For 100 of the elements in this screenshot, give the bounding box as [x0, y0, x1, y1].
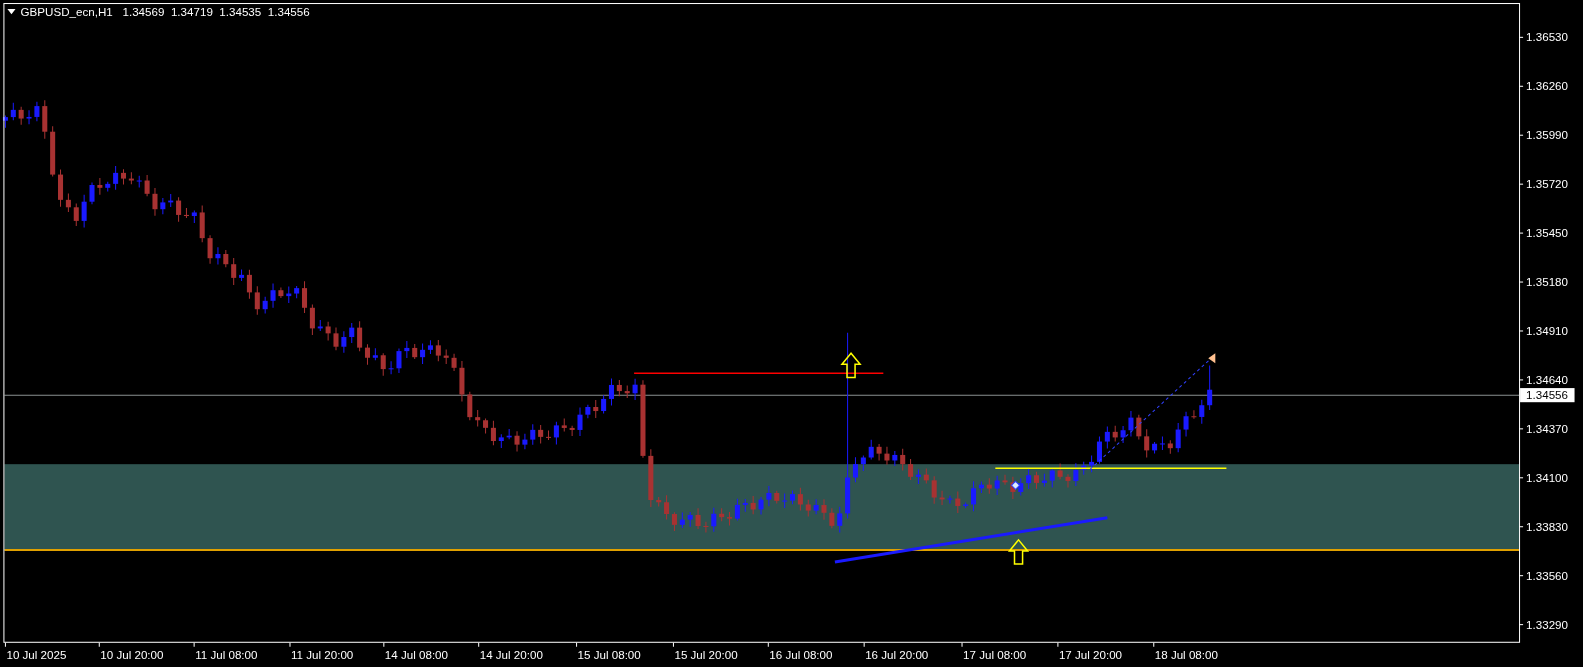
candlestick [656, 496, 662, 507]
candlestick [412, 343, 418, 360]
candlestick [435, 339, 441, 362]
candlestick [1167, 439, 1173, 455]
candlestick [829, 507, 835, 529]
candlestick [1175, 422, 1181, 453]
candlestick [782, 493, 788, 509]
candlestick [1136, 414, 1142, 440]
candlestick [616, 379, 622, 397]
candlestick [254, 285, 260, 316]
candlestick [262, 296, 268, 314]
candlestick [136, 175, 142, 189]
candlestick [105, 181, 111, 192]
candlestick [876, 443, 882, 462]
candlestick [144, 174, 150, 197]
candlestick [1183, 411, 1189, 437]
candlestick [805, 499, 811, 518]
candlestick [34, 101, 40, 122]
candlestick [1104, 425, 1110, 449]
candlestick [1073, 462, 1079, 487]
candlestick [207, 234, 213, 265]
candlestick [648, 448, 654, 508]
time-label: 17 Jul 08:00 [963, 647, 1027, 661]
candlestick [128, 171, 134, 185]
candlestick [475, 409, 481, 428]
candlestick [955, 491, 961, 514]
candlestick [774, 490, 780, 504]
candlestick [947, 495, 953, 505]
candlestick [380, 352, 386, 377]
candlestick [459, 360, 465, 403]
candlestick [388, 360, 394, 375]
time-label: 18 Jul 08:00 [1154, 647, 1218, 661]
candlestick [42, 99, 48, 140]
ohlc-value: 1.34569 [122, 5, 165, 19]
candlestick [10, 102, 16, 121]
candlestick [506, 428, 512, 440]
candlestick [821, 498, 827, 521]
candlestick [152, 187, 158, 217]
candlestick [986, 477, 992, 495]
candlestick [215, 246, 221, 266]
diamond-marker-icon [1010, 480, 1021, 491]
candlestick [593, 399, 599, 419]
dropdown-triangle-icon[interactable] [7, 9, 16, 15]
candlestick [1065, 473, 1071, 489]
time-label: 14 Jul 20:00 [479, 647, 543, 661]
candlestick [766, 485, 772, 507]
candlestick [223, 249, 229, 268]
time-label: 10 Jul 20:00 [100, 647, 164, 661]
candlestick [317, 319, 323, 332]
candlestick [191, 210, 197, 224]
price-label: 1.33560 [1526, 568, 1569, 582]
price-label: 1.36260 [1526, 79, 1569, 93]
candlestick [1199, 399, 1205, 425]
up-arrow-icon [840, 352, 862, 379]
candlestick [73, 203, 79, 227]
time-label: 16 Jul 08:00 [769, 647, 833, 661]
time-label: 11 Jul 20:00 [291, 647, 354, 661]
candlestick [900, 448, 906, 471]
candlestick [1026, 468, 1032, 490]
candlestick [2, 114, 8, 129]
candlestick [1128, 410, 1134, 437]
candlestick [1049, 467, 1055, 489]
candlestick [514, 430, 520, 452]
triangle-marker-icon [1208, 353, 1216, 364]
price-label: 1.34370 [1526, 421, 1569, 435]
candlestick [624, 385, 630, 399]
candlestick [1002, 474, 1008, 486]
candlestick [1144, 428, 1150, 458]
candlestick [758, 496, 764, 516]
candlestick [349, 322, 355, 344]
symbol-label: GBPUSD_ecn,H1 [20, 5, 113, 19]
time-label: 11 Jul 08:00 [195, 647, 258, 661]
candlestick [632, 378, 638, 401]
candlestick [341, 330, 347, 354]
candlestick [931, 475, 937, 505]
ohlc-value: 1.34719 [170, 5, 213, 19]
candlestick [884, 446, 890, 466]
time-label: 15 Jul 08:00 [577, 647, 641, 661]
candlestick [325, 321, 331, 341]
candlestick [1191, 409, 1197, 420]
candlestick [585, 404, 591, 419]
candlestick [467, 391, 473, 421]
price-label: 1.35720 [1526, 177, 1569, 191]
price-label: 1.34640 [1526, 372, 1569, 386]
time-label: 14 Jul 08:00 [384, 647, 448, 661]
price-label: 1.33290 [1526, 617, 1569, 631]
candlestick [719, 507, 725, 522]
candlestick [443, 349, 449, 365]
time-label: 17 Jul 20:00 [1058, 647, 1123, 661]
price-label: 1.34910 [1526, 324, 1569, 337]
price-label: 1.35450 [1526, 226, 1569, 240]
candlestick [750, 495, 756, 515]
candlestick [577, 407, 583, 437]
candlestick [711, 507, 717, 533]
candlestick [1081, 461, 1087, 476]
candlestick [97, 177, 103, 196]
candlestick [530, 423, 536, 446]
candlestick [939, 490, 945, 506]
candlestick [270, 282, 276, 309]
candlestick [742, 498, 748, 513]
